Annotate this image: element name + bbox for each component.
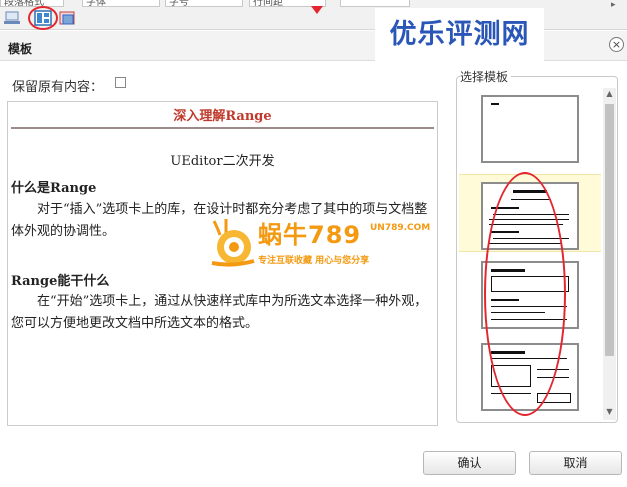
annotation-arrow: [311, 6, 323, 14]
template-option-1[interactable]: [459, 88, 601, 166]
annotation-oval: [484, 172, 566, 416]
template-thumbnail: [481, 95, 579, 163]
preview-paragraph-2: 在“开始”选项卡上，通过从快速样式库中为所选文本选择一种外观，您可以方便地更改文…: [11, 294, 428, 331]
font-size-select[interactable]: 字号: [165, 0, 243, 7]
preview-icon[interactable]: [3, 10, 21, 26]
keep-content-label: 保留原有内容：: [12, 80, 104, 95]
keep-content-checkbox[interactable]: [115, 77, 126, 88]
preview-divider: [11, 127, 434, 129]
snail-brand-name: 蜗牛789: [258, 221, 362, 249]
toolbar-more-select[interactable]: [340, 0, 410, 7]
confirm-button[interactable]: 确认: [423, 451, 516, 475]
snail-logo-icon: [211, 219, 255, 267]
template-selector-label: 选择模板: [460, 68, 512, 85]
annotation-circle: [28, 6, 58, 30]
site-watermark-banner: 优乐评测网: [375, 8, 544, 62]
template-dialog-screen: 段落格式 字体 字号 行间距 ▸ 模板 × 优乐评测网 保留原有内容： 深入理解…: [0, 0, 627, 487]
scroll-up-arrow-icon[interactable]: ▲: [603, 88, 616, 100]
template-list-scrollbar[interactable]: ▲ ▼: [603, 88, 616, 420]
scroll-down-arrow-icon[interactable]: ▼: [603, 406, 616, 418]
preview-subtitle: UEditor二次开发: [170, 154, 275, 169]
preview-heading-2: Range能干什么: [11, 274, 110, 289]
toolbar-overflow-icon[interactable]: ▸: [611, 0, 616, 10]
dialog-title: 模板: [8, 42, 33, 56]
cancel-button[interactable]: 取消: [529, 451, 622, 475]
scrollbar-thumb[interactable]: [605, 104, 614, 356]
snail-domain: UN789.COM: [370, 223, 431, 233]
font-family-select[interactable]: 字体: [82, 0, 160, 7]
close-button[interactable]: ×: [609, 37, 624, 52]
paragraph-format-select[interactable]: 段落格式: [0, 0, 64, 7]
snail-slogan: 专注互联收藏 用心与您分享: [258, 256, 370, 266]
snail-watermark: 蜗牛789 UN789.COM 专注互联收藏 用心与您分享: [208, 215, 438, 271]
background-icon[interactable]: [59, 10, 77, 26]
preview-heading-1: 什么是Range: [11, 181, 97, 196]
preview-title: 深入理解Range: [173, 109, 272, 124]
